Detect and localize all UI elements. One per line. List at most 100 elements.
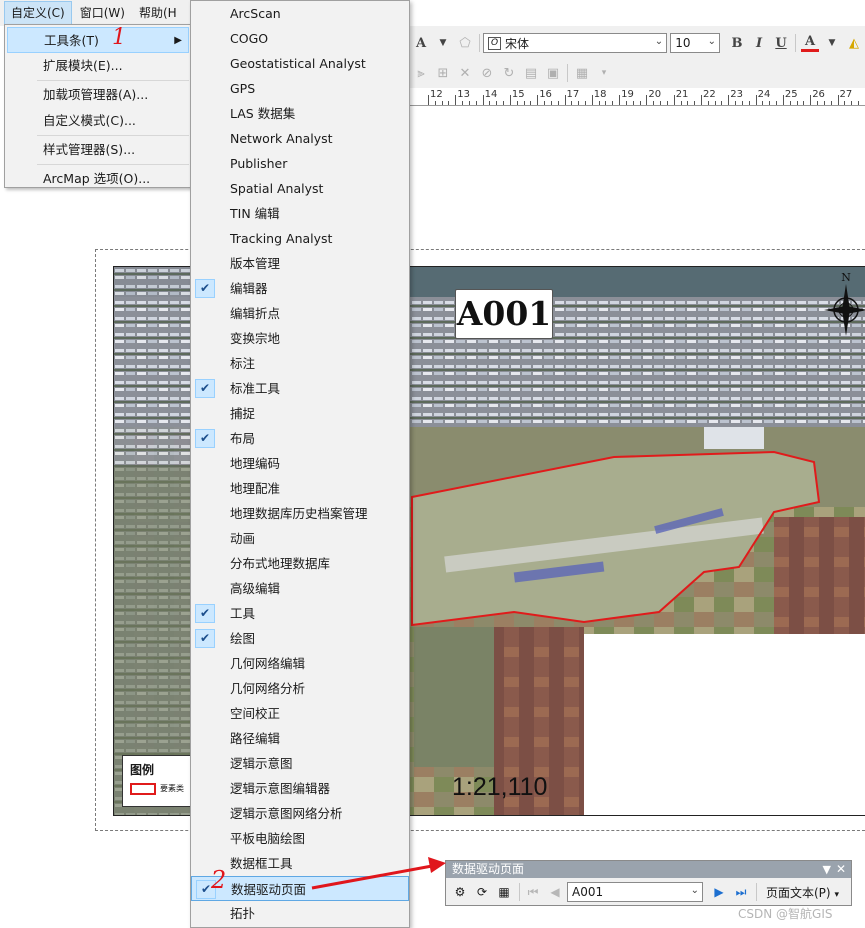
toolbar-menu-item[interactable]: Publisher (191, 151, 409, 176)
last-page-icon[interactable]: ⏭ (731, 882, 751, 902)
toolbar-menu-item[interactable]: Geostatistical Analyst (191, 51, 409, 76)
toolbar-menu-item[interactable]: 路径编辑 (191, 726, 409, 751)
properties-icon[interactable]: ▦ (573, 63, 591, 83)
menu-item-addin-manager[interactable]: 加载项管理器(A)... (5, 82, 191, 108)
toolbar-menu-item[interactable]: Network Analyst (191, 126, 409, 151)
ruler-tick (810, 95, 812, 105)
toolbar-menu-item[interactable]: 地理编码 (191, 451, 409, 476)
underline-button[interactable]: U (772, 33, 790, 53)
toolbar-menu-item[interactable]: 地理配准 (191, 476, 409, 501)
font-name-select[interactable]: O 宋体 ⌄ (483, 33, 668, 53)
toolbar-menu-item-label: 平板电脑绘图 (230, 831, 306, 846)
menu-item-customize-mode[interactable]: 自定义模式(C)... (5, 108, 191, 134)
legend[interactable]: 图例 要素类 (122, 755, 192, 807)
toolbar-menu-item[interactable]: 捕捉 (191, 401, 409, 426)
toolbar-menu-item-label: 版本管理 (230, 256, 281, 271)
customize-menu: 工具条(T) 1 ▶ 扩展模块(E)... 加载项管理器(A)... 自定义模式… (4, 24, 192, 188)
page-text-button[interactable]: 页面文本(P) ▾ (766, 884, 839, 901)
fill-color-icon[interactable]: ◭ (845, 33, 863, 53)
toolbar-menu-item[interactable]: 地理数据库历史档案管理 (191, 501, 409, 526)
toolbar-titlebar[interactable]: 数据驱动页面 ▼ ✕ (446, 861, 851, 878)
toolbar-menu-item[interactable]: ✔ 工具 (191, 601, 409, 626)
cut-icon[interactable]: ✕ (456, 63, 474, 83)
toolbar-menu-item[interactable]: 平板电脑绘图 (191, 826, 409, 851)
next-page-icon[interactable]: ▶ (709, 882, 729, 902)
toolbar-menu-item[interactable]: ✔ 标准工具 (191, 376, 409, 401)
italic-button[interactable]: I (750, 33, 768, 53)
toolbar-menu-item[interactable]: 逻辑示意图网络分析 (191, 801, 409, 826)
toolbar-menu-item[interactable]: COGO (191, 26, 409, 51)
font-size-select[interactable]: 10 ⌄ (670, 33, 720, 53)
toolbar-menu-item[interactable]: 逻辑示意图编辑器 (191, 776, 409, 801)
toolbar-menu-item-label: 逻辑示意图编辑器 (230, 781, 331, 796)
legend-label: 要素类 (160, 784, 184, 793)
setup-pages-icon[interactable]: ⚙ (450, 882, 470, 902)
scale-text[interactable]: 1:21,110 (452, 773, 547, 802)
menu-window[interactable]: 窗口(W) (74, 2, 131, 24)
first-page-icon[interactable]: ⏮ (523, 882, 543, 902)
ruler-label: 23 (730, 89, 744, 100)
toolbar-menu-item[interactable]: 几何网络编辑 (191, 651, 409, 676)
toolbar-menu-item[interactable]: 几何网络分析 (191, 676, 409, 701)
ruler-tick (482, 95, 484, 105)
menu-customize[interactable]: 自定义(C) (4, 1, 72, 25)
dropdown-arrow-icon[interactable]: ▼ (434, 33, 452, 53)
align-icon[interactable]: ⫸ (412, 63, 430, 83)
toolbar-menu-item[interactable]: 动画 (191, 526, 409, 551)
menu-item-style-manager[interactable]: 样式管理器(S)... (5, 137, 191, 163)
menu-item-arcmap-options[interactable]: ArcMap 选项(O)... (5, 166, 191, 192)
toolbar-menu-icon[interactable]: ▼ (823, 861, 831, 878)
toolbar-menu-item[interactable]: 版本管理 (191, 251, 409, 276)
table-icon[interactable]: ▦ (494, 882, 514, 902)
font-color-button[interactable]: A (801, 34, 819, 52)
toolbar-menu-item[interactable]: ✔ 绘图 (191, 626, 409, 651)
edit-vertices-icon[interactable]: ⬠ (456, 33, 474, 53)
toolbar-menu-item[interactable]: 逻辑示意图 (191, 751, 409, 776)
close-icon[interactable]: ✕ (836, 861, 846, 878)
rotate-icon[interactable]: ↻ (500, 63, 518, 83)
toolbar-menu-item-label: 拓扑 (230, 906, 256, 921)
page-select[interactable]: A001 ⌄ (567, 882, 703, 902)
toolbar-menu-item-label: Network Analyst (230, 131, 333, 146)
zoom-page-icon[interactable]: ▣ (544, 63, 562, 83)
bold-button[interactable]: B (728, 33, 746, 53)
ruler-minor-tick (769, 101, 771, 105)
toolbar-menu-item[interactable]: GPS (191, 76, 409, 101)
toolbar-menu-item[interactable]: 空间校正 (191, 701, 409, 726)
toolbar-menu-item[interactable]: 编辑折点 (191, 301, 409, 326)
map-title[interactable]: A001 (455, 289, 553, 339)
menu-item-extensions[interactable]: 扩展模块(E)... (5, 53, 191, 79)
ruler-tick (537, 95, 539, 105)
link-icon[interactable]: ⊘ (478, 63, 496, 83)
menu-item-toolbars[interactable]: 工具条(T) 1 ▶ (7, 25, 189, 53)
dropdown-arrow-icon[interactable]: ▼ (823, 33, 841, 53)
refresh-icon[interactable]: ⟳ (472, 882, 492, 902)
north-arrow-icon[interactable]: N (822, 270, 865, 348)
toolbar-menu-item[interactable]: 高级编辑 (191, 576, 409, 601)
toolbar-menu-item[interactable]: ArcScan (191, 1, 409, 26)
text-tool-button[interactable]: A (412, 33, 430, 53)
toolbar-menu-item[interactable]: Spatial Analyst (191, 176, 409, 201)
menu-help[interactable]: 帮助(H (133, 2, 183, 24)
ruler-tick (428, 95, 429, 105)
toolbar-menu-item-label: 数据框工具 (230, 856, 293, 871)
toolbar-options-icon[interactable]: ▾ (595, 63, 613, 83)
ruler-label: 21 (675, 89, 689, 100)
layout-view-icon[interactable]: ▤ (522, 63, 540, 83)
ruler-tick (755, 95, 757, 105)
ruler-tick (455, 95, 457, 105)
ruler-label: 16 (539, 89, 552, 100)
toolbar-menu-item[interactable]: 变换宗地 (191, 326, 409, 351)
toolbar-menu-item[interactable]: ✔ 布局 (191, 426, 409, 451)
toolbar-menu-item[interactable]: 标注 (191, 351, 409, 376)
toolbar-menu-item[interactable]: 拓扑 (191, 901, 409, 926)
distribute-icon[interactable]: ⊞ (434, 63, 452, 83)
toolbar-menu-item[interactable]: Tracking Analyst (191, 226, 409, 251)
toolbar-menu-item[interactable]: ✔ 编辑器 (191, 276, 409, 301)
toolbar-menu-item[interactable]: TIN 编辑 (191, 201, 409, 226)
toolbar-menu-item[interactable]: 分布式地理数据库 (191, 551, 409, 576)
ruler-minor-tick (844, 101, 846, 105)
toolbar-menu-item[interactable]: LAS 数据集 (191, 101, 409, 126)
draw-toolbar: A ▼ ⬠ O 宋体 ⌄ 10 ⌄ B I U A ▼ ◭ (410, 28, 865, 58)
previous-page-icon[interactable]: ◀ (545, 882, 565, 902)
